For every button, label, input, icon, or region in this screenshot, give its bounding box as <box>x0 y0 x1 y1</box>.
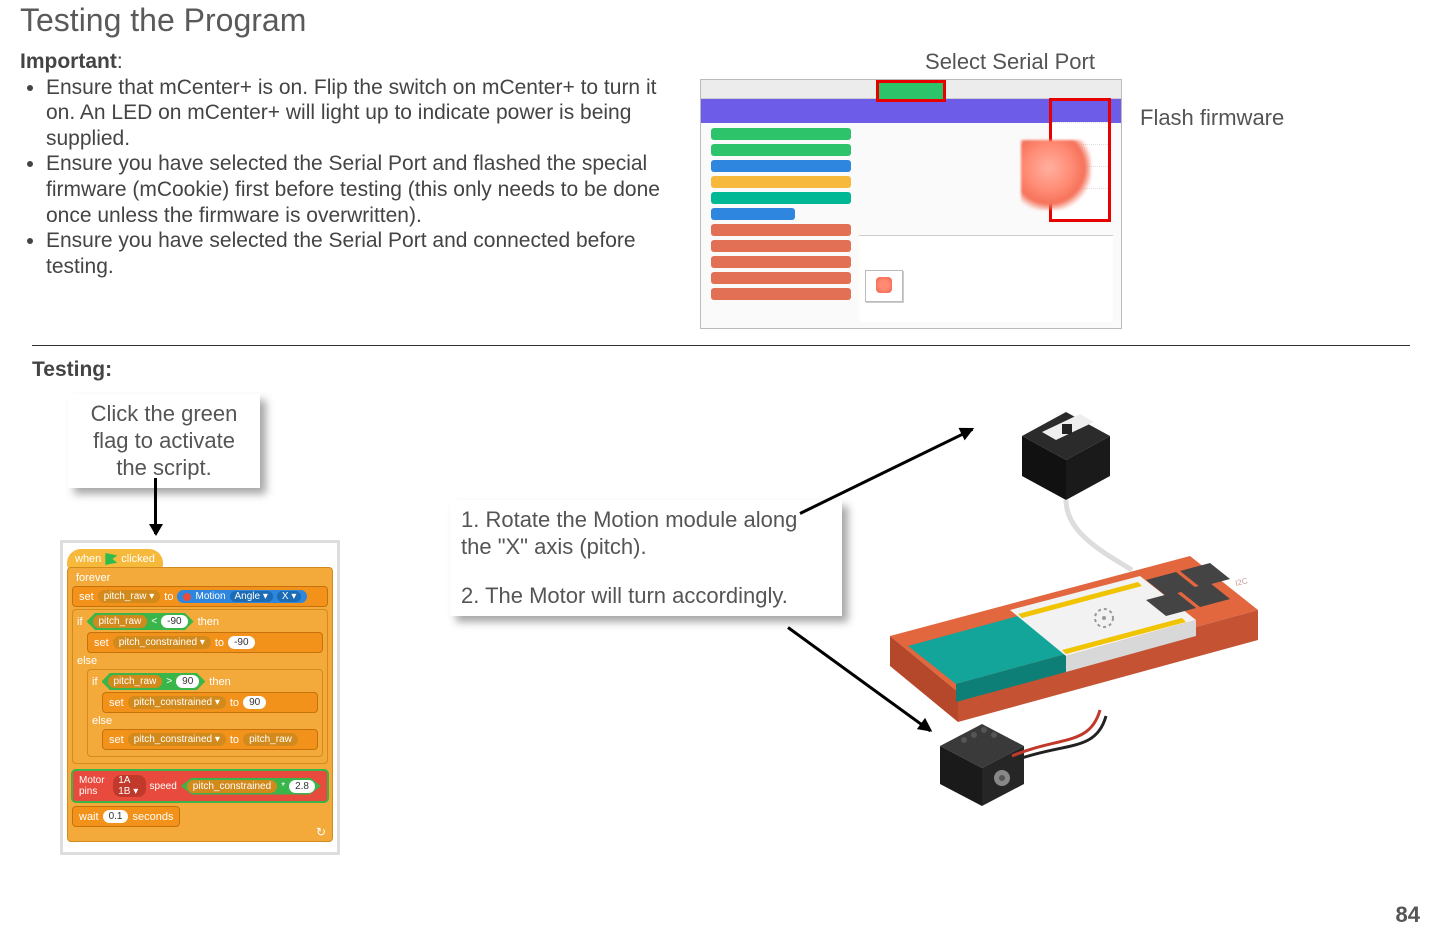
set-constrained-neg90: set pitch_constrained ▾ to -90 <box>87 632 323 653</box>
motor-block: Motor pins 1A 1B ▾ speed pitch_constrain… <box>72 770 328 802</box>
forever-loop: forever set pitch_raw ▾ to MotionAngle ▾… <box>67 567 333 842</box>
callout-steps: 1. Rotate the Motion module along the "X… <box>450 500 842 616</box>
ide-bottom-panel <box>859 235 1113 322</box>
if-else-outer: if pitch_raw<-90 then set pitch_constrai… <box>72 609 328 764</box>
set-pitch-raw: set pitch_raw ▾ to MotionAngle ▾X ▾ <box>72 586 328 607</box>
bullet-2: Ensure you have selected the Serial Port… <box>46 151 660 228</box>
arrow-to-script <box>154 478 157 534</box>
important-bullets: Ensure that mCenter+ is on. Flip the swi… <box>20 75 660 280</box>
flash-firmware-label: Flash firmware <box>1140 105 1284 131</box>
ide-sprite-preview <box>1021 140 1091 210</box>
ide-block-palette <box>711 128 851 304</box>
important-section: Important: Ensure that mCenter+ is on. F… <box>20 49 660 279</box>
step-2: 2. The Motor will turn accordingly. <box>461 583 831 610</box>
green-flag-icon <box>105 553 117 565</box>
svg-text:I2C: I2C <box>1234 576 1248 588</box>
bullet-1: Ensure that mCenter+ is on. Flip the swi… <box>46 75 660 152</box>
section-divider <box>32 345 1410 346</box>
hardware-diagram: I2C <box>850 396 1330 826</box>
testing-heading: Testing: <box>32 358 1422 382</box>
ide-screenshot <box>700 79 1122 329</box>
page-number: 84 <box>1396 902 1420 928</box>
set-constrained-pos90: set pitch_constrained ▾ to 90 <box>102 692 318 713</box>
set-constrained-raw: set pitch_constrained ▾ to pitch_raw <box>102 729 318 750</box>
scratch-script: when clicked forever set pitch_raw ▾ to … <box>60 540 340 855</box>
step-1: 1. Rotate the Motion module along the "X… <box>461 507 831 561</box>
important-heading: Important <box>20 50 117 73</box>
bullet-3: Ensure you have selected the Serial Port… <box>46 228 660 279</box>
callout-flag: Click the green flag to activate the scr… <box>68 394 260 488</box>
page-title: Testing the Program <box>20 2 1422 39</box>
select-serial-label: Select Serial Port <box>800 49 1220 75</box>
if-else-inner: if pitch_raw>90 then set pitch_constrain… <box>87 669 323 757</box>
wait-block: wait 0.1 seconds <box>72 806 180 827</box>
serial-port-highlight <box>876 80 946 102</box>
when-flag-clicked: when clicked <box>67 549 163 569</box>
